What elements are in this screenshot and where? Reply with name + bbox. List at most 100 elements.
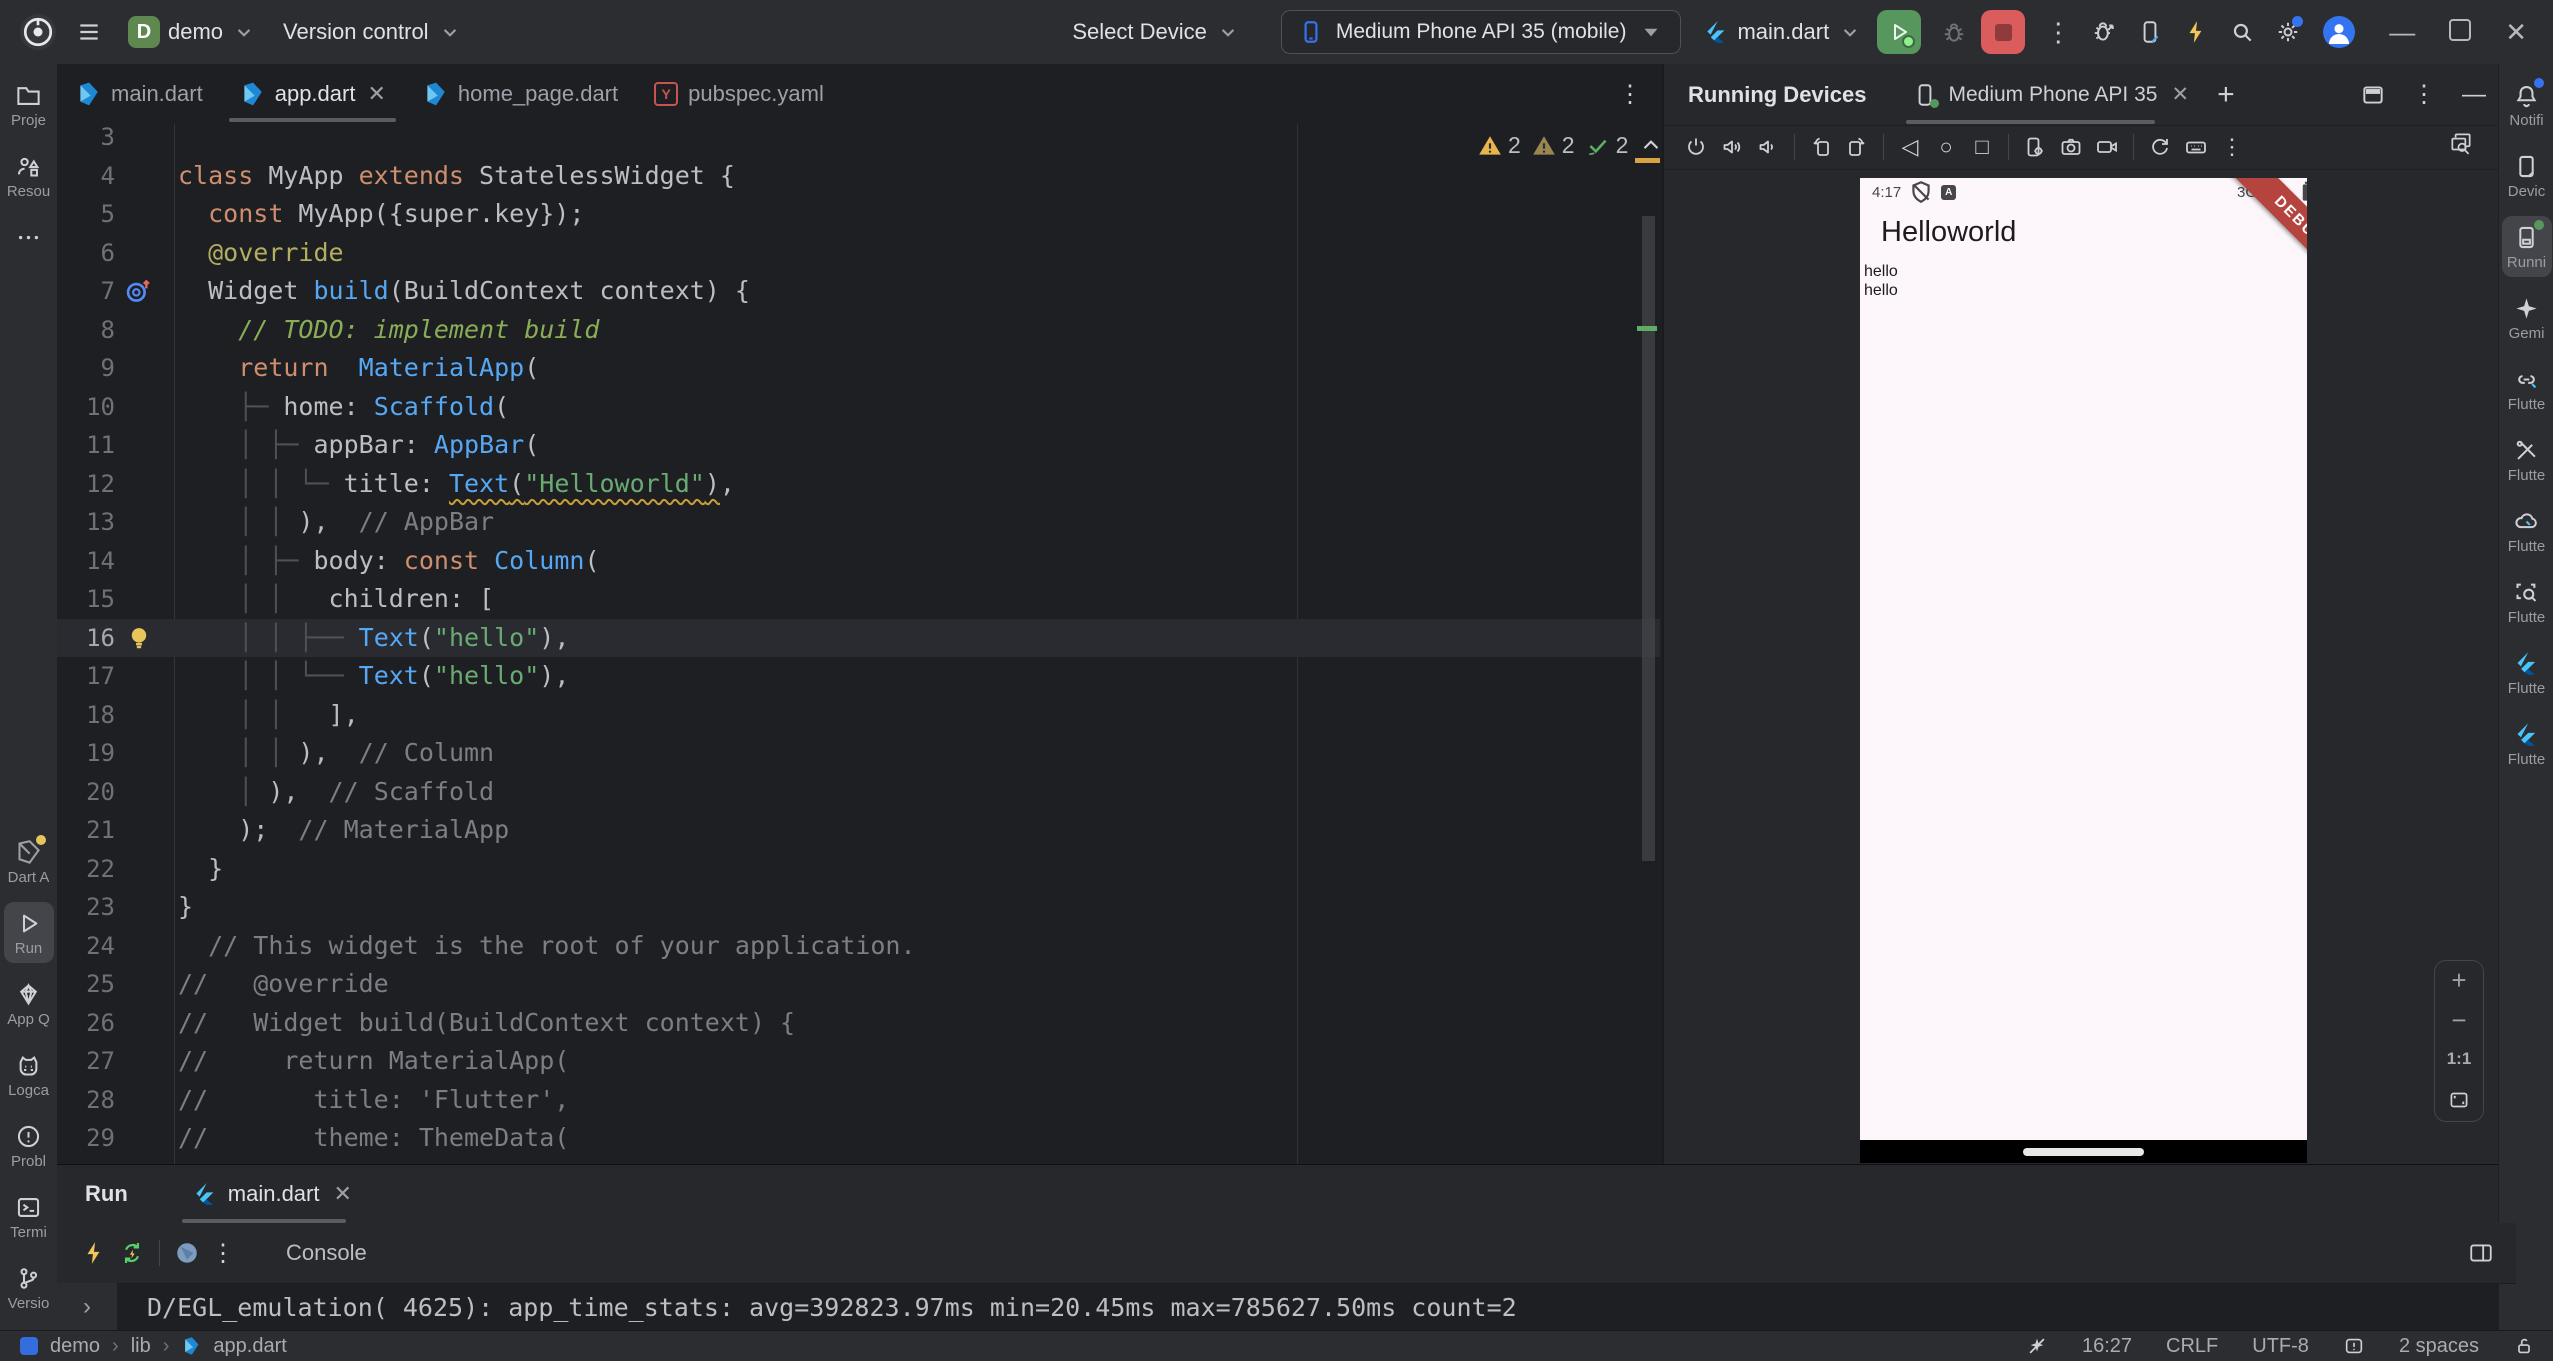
code-line[interactable]: 11 │ ├─ appBar: AppBar( <box>57 426 1660 465</box>
user-avatar[interactable] <box>2323 16 2355 48</box>
tab-main-dart[interactable]: main.dart <box>57 64 221 124</box>
sidebar-item-flutter-tools[interactable]: Flutte <box>2502 429 2552 490</box>
code-line[interactable]: 5 const MyApp({super.key}); <box>57 195 1660 234</box>
code-line[interactable]: 14 │ ├─ body: const Column( <box>57 542 1660 581</box>
sidebar-item-problems[interactable]: Probl <box>4 1115 54 1176</box>
ai-assistant-disabled-icon[interactable] <box>2026 1335 2048 1357</box>
hardware-input-icon[interactable] <box>2178 129 2214 165</box>
code-line[interactable]: 4class MyApp extends StatelessWidget { <box>57 157 1660 196</box>
code-line[interactable]: 20 │ ), // Scaffold <box>57 773 1660 812</box>
sidebar-item-logcat[interactable]: Logca <box>4 1044 54 1105</box>
panel-options-icon[interactable]: ⋮ <box>2412 80 2436 109</box>
console-output[interactable]: › D/EGL_emulation( 4625): app_time_stats… <box>57 1283 2498 1331</box>
breadcrumb-item[interactable]: app.dart <box>213 1335 286 1358</box>
more-options-icon[interactable]: ⋮ <box>2214 134 2250 160</box>
editor-scrollbar[interactable] <box>1642 216 1655 861</box>
code-line[interactable]: 21 ); // MaterialApp <box>57 811 1660 850</box>
sidebar-item-terminal[interactable]: Termi <box>4 1186 54 1247</box>
profiler-icon[interactable] <box>2091 19 2117 45</box>
code-lines[interactable]: 34class MyApp extends StatelessWidget {5… <box>57 124 1660 1158</box>
version-control-menu[interactable]: Version control <box>283 19 463 45</box>
code-line[interactable]: 10 ├─ home: Scaffold( <box>57 388 1660 427</box>
zoom-fit-icon[interactable] <box>2446 1087 2472 1113</box>
close-device-tab-icon[interactable]: ✕ <box>2171 82 2189 107</box>
code-line[interactable]: 9 return MaterialApp( <box>57 349 1660 388</box>
hot-restart-icon[interactable] <box>113 1234 151 1272</box>
code-line[interactable]: 25// @override <box>57 965 1660 1004</box>
code-line[interactable]: 15 │ │ children: [ <box>57 580 1660 619</box>
sidebar-item-gemini[interactable]: Gemi <box>2502 287 2552 348</box>
console-fold-gutter[interactable]: › <box>57 1283 117 1331</box>
main-menu-icon[interactable] <box>76 19 102 45</box>
rotate-left-icon[interactable] <box>1803 129 1839 165</box>
line-ending[interactable]: CRLF <box>2166 1335 2218 1358</box>
breadcrumb[interactable]: demo›lib›app.dart <box>20 1333 287 1359</box>
run-button[interactable] <box>1877 10 1921 54</box>
code-line[interactable]: 22 } <box>57 850 1660 889</box>
intention-bulb-icon[interactable] <box>123 622 155 654</box>
emulator-screen[interactable]: 4:17 A 3G Helloworld hellohello DEBUG <box>1860 178 2307 1140</box>
debug-button[interactable] <box>1941 19 1967 45</box>
zoom-reset-button[interactable]: 1:1 <box>2447 1049 2472 1069</box>
panel-layout-icon[interactable] <box>2360 82 2386 108</box>
zoom-in-button[interactable]: + <box>2451 969 2466 991</box>
more-actions-icon[interactable]: ⋮ <box>2045 17 2071 48</box>
code-line[interactable]: 27// return MaterialApp( <box>57 1042 1660 1081</box>
gesture-pill[interactable] <box>2023 1148 2144 1156</box>
code-line[interactable]: 8 // TODO: implement build <box>57 311 1660 350</box>
code-editor[interactable]: 34class MyApp extends StatelessWidget {5… <box>57 124 1660 1164</box>
device-snapshot-search-icon[interactable] <box>2448 130 2474 156</box>
tab-app-dart[interactable]: app.dart✕ <box>221 64 404 124</box>
code-line[interactable]: 29// theme: ThemeData( <box>57 1119 1660 1158</box>
volume-up-icon[interactable] <box>1714 129 1750 165</box>
sidebar-item-version-control[interactable]: Versio <box>4 1257 54 1318</box>
console-tab-label[interactable]: Console <box>286 1240 367 1266</box>
close-tab-icon[interactable]: ✕ <box>367 81 385 107</box>
sidebar-item-app-quality-insights[interactable]: App Q <box>4 973 54 1034</box>
window-minimize-button[interactable]: — <box>2389 17 2415 48</box>
prev-problem-chevron-icon[interactable] <box>1638 133 1660 159</box>
overview-icon[interactable]: □ <box>1964 134 2000 160</box>
sidebar-item-flutter-inspector[interactable]: Flutte <box>2502 571 2552 632</box>
apply-changes-lightning-icon[interactable] <box>2183 19 2209 45</box>
code-line[interactable]: 16 │ │ ├── Text("hello"), <box>57 619 1660 658</box>
panel-minimize-icon[interactable]: — <box>2462 81 2486 109</box>
tab-options-icon[interactable]: ⋮ <box>1618 80 1642 109</box>
code-line[interactable]: 7 Widget build(BuildContext context) { <box>57 272 1660 311</box>
screen-record-icon[interactable] <box>2089 129 2125 165</box>
file-encoding[interactable]: UTF-8 <box>2252 1335 2309 1358</box>
sidebar-item-flutter-performance[interactable]: Flutte <box>2502 713 2552 774</box>
tab-pubspec-yaml[interactable]: Ypubspec.yaml <box>636 64 842 124</box>
window-maximize-button[interactable] <box>2449 17 2471 48</box>
override-marker-icon[interactable] <box>123 275 155 307</box>
code-line[interactable]: 23} <box>57 888 1660 927</box>
code-line[interactable]: 18 │ │ ], <box>57 696 1660 735</box>
code-line[interactable]: 13 │ │ ), // AppBar <box>57 503 1660 542</box>
search-icon[interactable] <box>2229 19 2255 45</box>
indent-setting[interactable]: 2 spaces <box>2399 1335 2479 1358</box>
file-writable-icon[interactable] <box>2513 1335 2535 1357</box>
close-run-tab-icon[interactable]: ✕ <box>333 1181 351 1207</box>
code-line[interactable]: 26// Widget build(BuildContext context) … <box>57 1004 1660 1043</box>
sidebar-item-device-manager[interactable]: Devic <box>2502 145 2552 206</box>
device-tab[interactable]: Medium Phone API 35 ✕ <box>1906 64 2195 125</box>
sidebar-item-dart-analysis[interactable]: Dart A <box>4 831 54 892</box>
sidebar-item-flutter-outline[interactable]: Flutte <box>2502 642 2552 703</box>
device-selector-dropdown[interactable]: Medium Phone API 35 (mobile) <box>1281 10 1682 54</box>
caret-position[interactable]: 16:27 <box>2082 1335 2132 1358</box>
window-close-button[interactable]: ✕ <box>2505 17 2527 48</box>
inspection-highlight-icon[interactable] <box>2343 1335 2365 1357</box>
code-line[interactable]: 24 // This widget is the root of your ap… <box>57 927 1660 966</box>
settings-gear-icon[interactable] <box>2275 19 2301 45</box>
sidebar-item-run[interactable]: Run <box>4 902 54 963</box>
device-settings-icon[interactable] <box>2017 129 2053 165</box>
code-line[interactable]: 12 │ │ └─ title: Text("Helloworld"), <box>57 465 1660 504</box>
breadcrumb-item[interactable]: demo <box>50 1335 100 1358</box>
split-panel-icon[interactable] <box>2462 1234 2500 1272</box>
run-configuration-dropdown[interactable]: main.dart <box>1703 19 1863 45</box>
project-selector[interactable]: D demo <box>128 16 257 48</box>
sidebar-item-running-devices[interactable]: Runni <box>2502 216 2552 277</box>
sidebar-item-flutter-deep-links[interactable]: Flutte <box>2502 358 2552 419</box>
hot-reload-icon[interactable] <box>75 1234 113 1272</box>
sidebar-item-resource-manager[interactable]: Resou <box>4 145 54 206</box>
